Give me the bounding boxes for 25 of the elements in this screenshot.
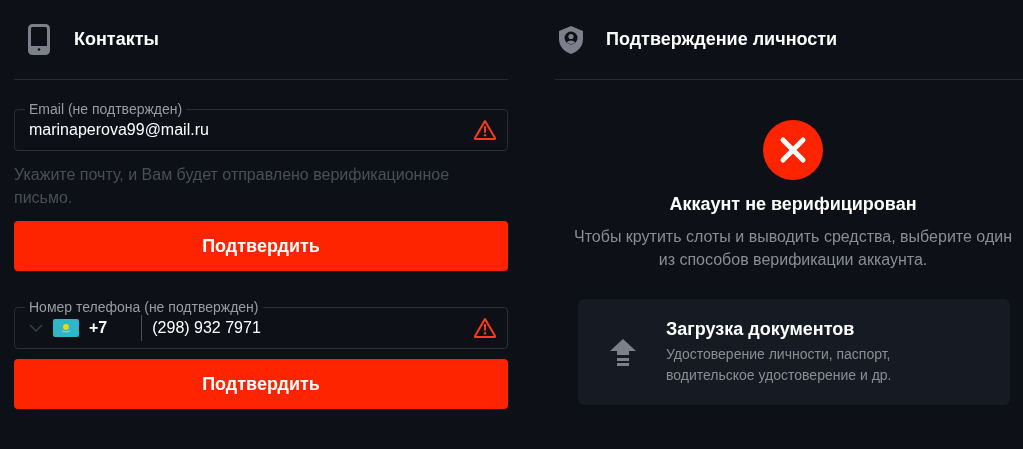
confirm-button[interactable]: Подтвердить	[14, 221, 508, 271]
warning-icon	[473, 118, 497, 142]
hint-text: Укажите почту, и Вам будет отправлено верификационное письмо.	[14, 165, 451, 208]
country-code: +7	[89, 319, 108, 337]
flag-icon[interactable]	[53, 319, 79, 337]
status-title: Аккаунт не верифицирован	[669, 194, 917, 215]
status-text: Чтобы крутить слоты и выводить средства, выберите один из способов верификации аккаунта.	[573, 227, 1013, 270]
confirm-button[interactable]: Подтвердить	[14, 359, 508, 409]
email-input[interactable]: marinaperova99@mail.ru	[29, 121, 463, 139]
section-title: Контакты	[74, 29, 159, 50]
card-description: Удостоверение личности, паспорт, водительское удостоверение и др.	[666, 344, 893, 385]
chevron-down-icon[interactable]	[29, 324, 43, 332]
error-icon	[763, 120, 823, 180]
card-title: Загрузка документов	[666, 318, 856, 340]
warning-icon	[473, 316, 497, 340]
section-title: Подтверждение личности	[606, 29, 838, 50]
shield-user-icon	[558, 24, 584, 55]
phone-input[interactable]: (298) 932 7971	[152, 319, 463, 337]
email-field[interactable]: Email (не подтвержден) marinaperova99@mail.ru	[14, 102, 508, 151]
phone-icon	[28, 24, 50, 55]
field-label: Номер телефона (не подтвержден)	[28, 300, 260, 314]
upload-icon	[610, 338, 636, 366]
phone-field[interactable]: Номер телефона (не подтвержден) +7 (298) 932 7971	[14, 300, 508, 349]
upload-documents-card[interactable]: Загрузка документов Удостоверение личности, паспорт, водительское удостоверение и др.	[578, 299, 1010, 405]
field-label: Email (не подтвержден)	[28, 102, 184, 116]
